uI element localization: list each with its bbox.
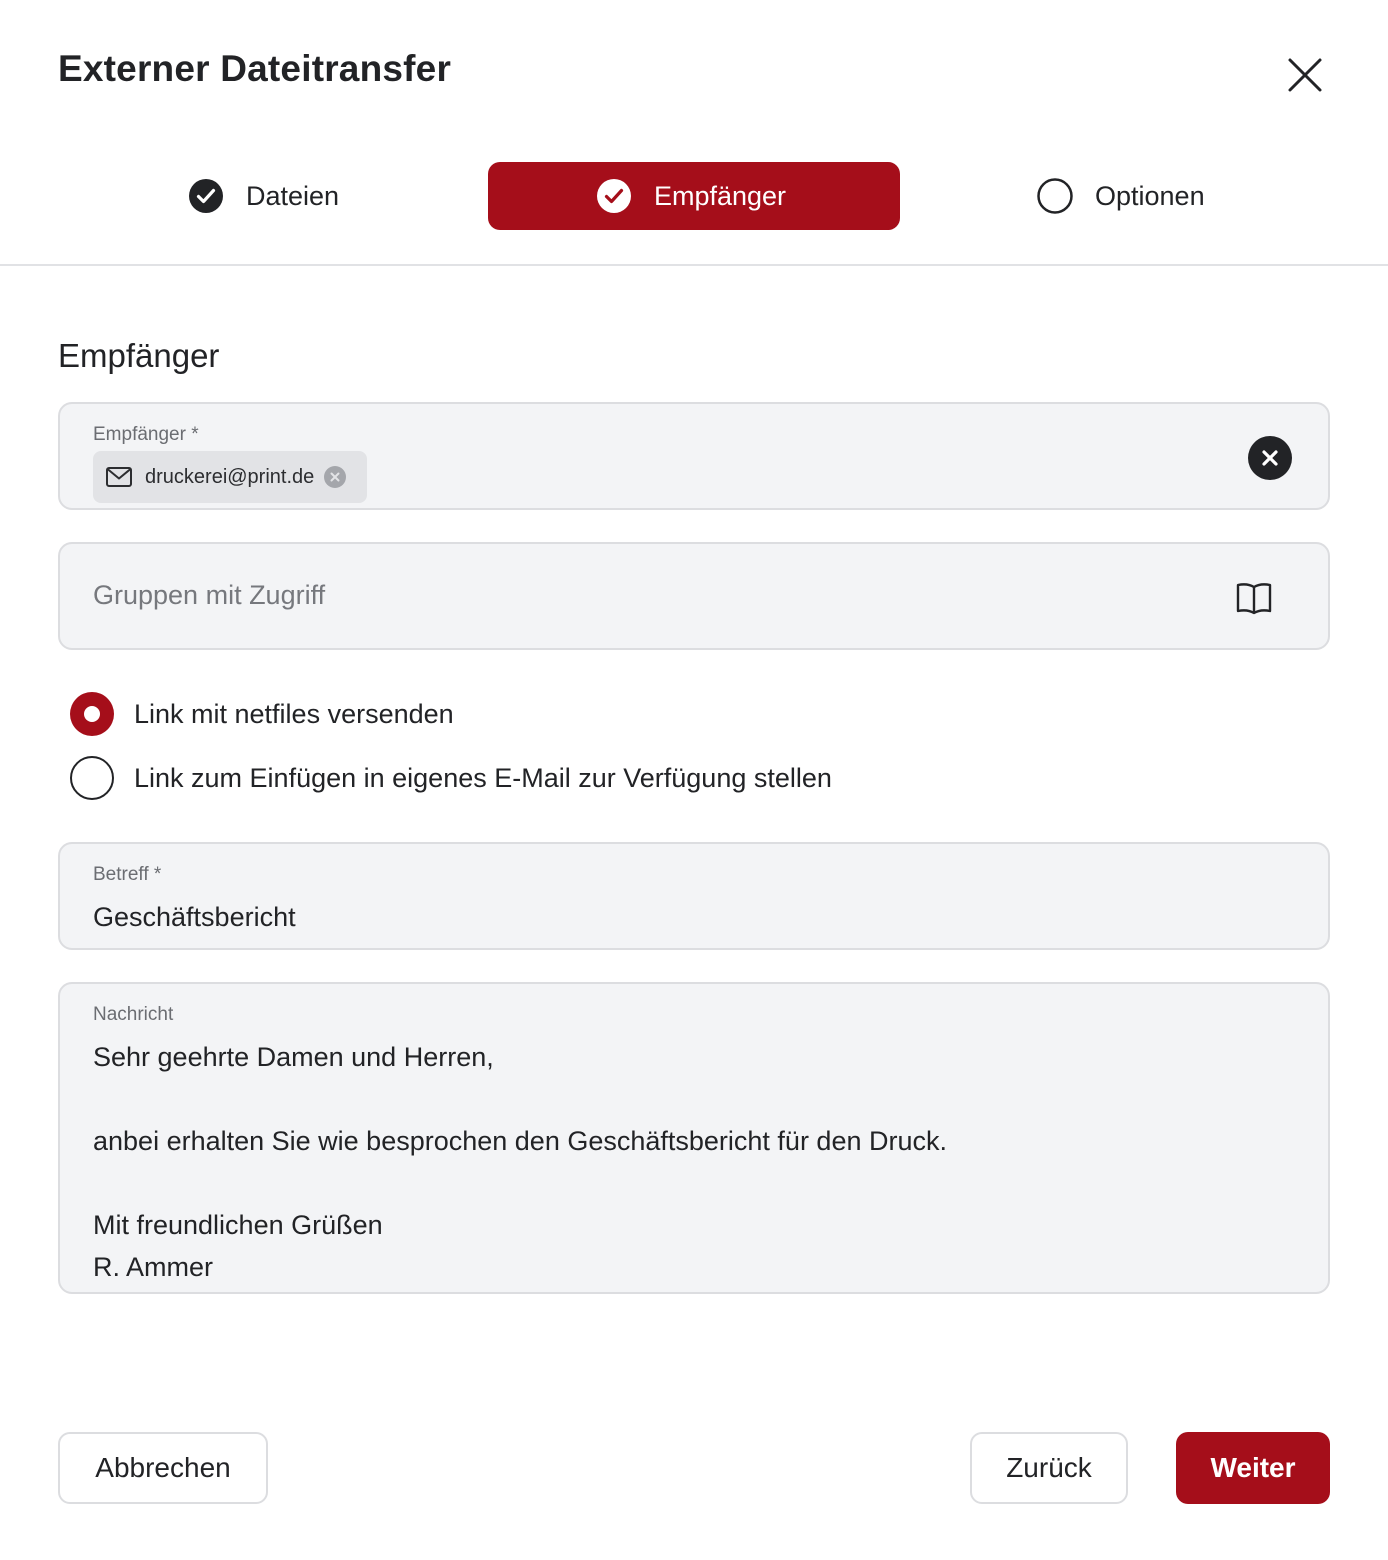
- radio-selected-icon[interactable]: [70, 692, 114, 736]
- cancel-button[interactable]: Abbrechen: [58, 1432, 268, 1504]
- groups-field[interactable]: Gruppen mit Zugriff: [58, 542, 1330, 650]
- message-field-label: Nachricht: [93, 1004, 174, 1025]
- check-circle-icon: [596, 178, 632, 214]
- check-circle-icon: [188, 178, 224, 214]
- next-button[interactable]: Weiter: [1176, 1432, 1330, 1504]
- address-book-button[interactable]: [1234, 578, 1274, 618]
- groups-input-placeholder[interactable]: Gruppen mit Zugriff: [93, 580, 325, 611]
- subject-input[interactable]: Geschäftsbericht: [93, 902, 296, 933]
- message-line: anbei erhalten Sie wie besprochen den Ge…: [93, 1126, 947, 1156]
- subject-field[interactable]: Betreff * Geschäftsbericht: [58, 842, 1330, 950]
- mail-icon: [105, 466, 133, 488]
- back-button[interactable]: Zurück: [970, 1432, 1128, 1504]
- close-button[interactable]: [1282, 52, 1328, 98]
- empty-circle-icon: [1037, 178, 1073, 214]
- message-line: [93, 1162, 947, 1204]
- header-divider: [0, 264, 1388, 266]
- remove-chip-icon[interactable]: [324, 466, 347, 488]
- step-recipient-label: Empfänger: [653, 180, 787, 211]
- step-recipient[interactable]: Empfänger: [488, 162, 900, 230]
- message-line: [93, 1078, 947, 1120]
- radio-provide-link[interactable]: Link zum Einfügen in eigenes E-Mail zur …: [70, 756, 832, 800]
- stepper: Dateien Empfänger Optionen: [0, 162, 1388, 230]
- radio-unselected-icon[interactable]: [70, 756, 114, 800]
- message-field[interactable]: Nachricht Sehr geehrte Damen und Herren,…: [58, 982, 1330, 1294]
- step-options[interactable]: Optionen: [1037, 162, 1205, 230]
- book-icon: [1236, 583, 1272, 615]
- message-textarea[interactable]: Sehr geehrte Damen und Herren, anbei erh…: [93, 1036, 947, 1288]
- clear-recipients-button[interactable]: [1248, 436, 1292, 480]
- recipient-chip-label: druckerei@print.de: [145, 465, 315, 488]
- subject-field-label: Betreff *: [93, 864, 162, 885]
- clear-icon: [1262, 450, 1278, 466]
- message-line: Mit freundlichen Grüßen: [93, 1210, 383, 1240]
- recipient-chip[interactable]: druckerei@print.de: [93, 451, 367, 503]
- message-line: R. Ammer: [93, 1252, 214, 1282]
- section-title: Empfänger: [58, 337, 220, 374]
- step-files[interactable]: Dateien: [188, 162, 339, 230]
- radio-send-via-netfiles[interactable]: Link mit netfiles versenden: [70, 692, 454, 736]
- recipient-field[interactable]: Empfänger * druckerei@print.de: [58, 402, 1330, 510]
- recipient-field-label: Empfänger *: [93, 424, 199, 445]
- step-files-label: Dateien: [246, 180, 340, 211]
- step-options-label: Optionen: [1095, 180, 1205, 211]
- close-icon[interactable]: [1287, 57, 1323, 93]
- radio-provide-link-label: Link zum Einfügen in eigenes E-Mail zur …: [134, 762, 832, 793]
- dialog-title: Externer Dateitransfer: [58, 48, 452, 89]
- radio-send-via-netfiles-label: Link mit netfiles versenden: [134, 698, 454, 729]
- message-line: Sehr geehrte Damen und Herren,: [93, 1042, 494, 1072]
